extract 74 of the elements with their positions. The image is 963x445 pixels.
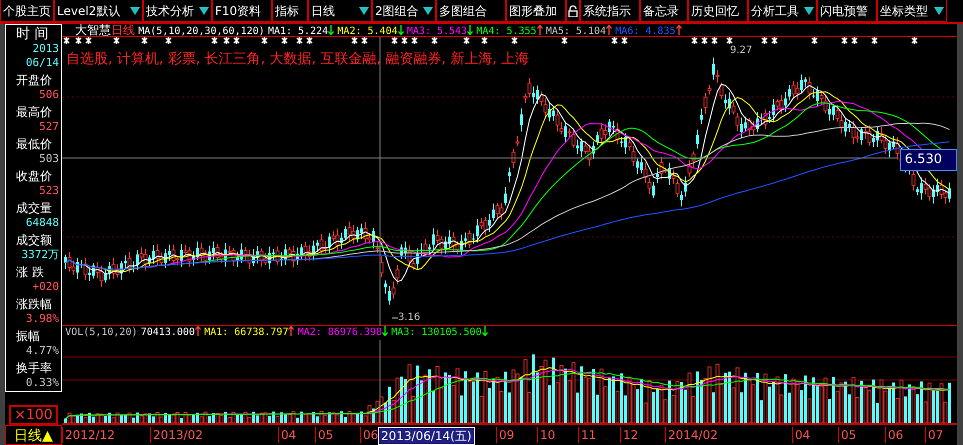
axis-label: 09 [496,427,516,443]
axis-label: 2013/02 [150,427,205,443]
chart-period: 日线 [111,23,135,37]
axis-label: 12 [620,427,640,443]
cursor-date-label: 2013/06/14(五) [378,427,475,445]
field-value: 503 [38,152,60,166]
field-label: 成交量 [15,201,53,216]
indicator-name: VOL(5,10,20) [65,327,138,338]
axis-label: 05 [315,427,336,443]
field-label: 换手率 [15,361,53,376]
caret-icon [934,6,944,14]
field-value: 506 [38,88,60,102]
axis-label: 05 [838,427,858,443]
chart-source: 大智慧 [75,23,111,37]
low-price-label: 3.16 [398,313,420,323]
field-label: 涨跌幅 [15,297,53,312]
time-label: 时 间 [15,27,50,42]
scale-label[interactable]: ×100 [9,405,58,425]
indicator-value: MA4: 5.355 [476,26,537,37]
indicator-value: MA1: 66738.797 [204,327,288,338]
toolbar-tab[interactable]: 备忘录 [640,0,688,22]
axis-label: 06 [885,427,906,443]
field-value: 523 [38,184,60,198]
axis-label: 04 [792,427,812,443]
field-label: 最低价 [15,137,53,152]
toolbar-tab[interactable]: F10资料 [212,0,272,22]
indicator-value: MA5: 5.104 [546,26,606,37]
axis-label: 10 [537,427,558,443]
indicator-value: MA6: 4.835 [615,26,676,37]
field-label: 成交额 [15,233,53,248]
field-value: 527 [38,120,60,134]
toolbar-tab[interactable]: 系统指示 [580,0,640,22]
field-label: 最高价 [15,105,53,120]
field-label: 涨 跌 [15,265,45,280]
field-value: 4.77% [24,344,60,358]
indicator-name: MA(5,10,20,30,60,120) [138,26,265,37]
toolbar-tab[interactable]: 多图组合 [436,0,506,22]
field-label: 开盘价 [15,73,53,88]
date-value: 06/14 [24,56,60,70]
toolbar-tab[interactable]: 指标 [272,0,308,22]
dropdown-tab[interactable]: 分析工具 [748,0,817,22]
toolbar-tab[interactable]: 个股主页 [0,0,54,22]
field-label: 振幅 [15,329,41,344]
high-price-label: 9.27 [730,46,752,56]
field-value: +020 [32,280,60,294]
dropdown-tab[interactable]: 技术分析 [143,0,212,22]
axis-label: 2014/02 [665,427,720,443]
indicator-value: MA3: 130105.500 [391,327,482,338]
field-value: 0.33% [24,376,60,390]
toolbar-tab[interactable]: 历史回忆 [688,0,748,22]
axis-label: 04 [278,427,298,443]
indicator-value: MA2: 86976.398 [298,327,382,338]
indicator-value: MA2: 5.404 [337,26,398,37]
indicator-value: MA1: 5.224 [268,26,328,37]
indicator-value: MA3: 5.543 [406,26,468,37]
cursor-price-label: 6.530 [900,149,957,170]
field-value: 3372万 [20,248,60,262]
lock-button[interactable] [566,0,580,22]
field-label: 收盘价 [15,169,53,184]
axis-label: 11 [578,427,598,443]
sector-tags: 自选股, 计算机, 彩票, 长江三角, 大数据, 互联金融, 融资融券, 新上海, 上海 [66,49,530,70]
dropdown-tab[interactable]: 日线 [308,0,372,22]
indicator-value: 70413.000 [140,327,195,338]
dropdown-tab[interactable]: Level2默认 [54,0,143,22]
field-value: 64848 [24,216,60,230]
period-toggle[interactable]: 日线▲ [5,425,62,445]
toolbar-tab[interactable]: 闪电预警 [817,0,877,22]
dropdown-tab[interactable]: 坐标类型 [877,0,947,22]
dropdown-tab[interactable]: 2图组合 [372,0,436,22]
axis-label: 07 [925,427,946,443]
toolbar-tab[interactable]: 图形叠加 [506,0,566,22]
field-value: 3.98% [24,312,60,326]
date-value: 2013 [32,42,60,56]
axis-label: 2012/12 [62,427,117,443]
